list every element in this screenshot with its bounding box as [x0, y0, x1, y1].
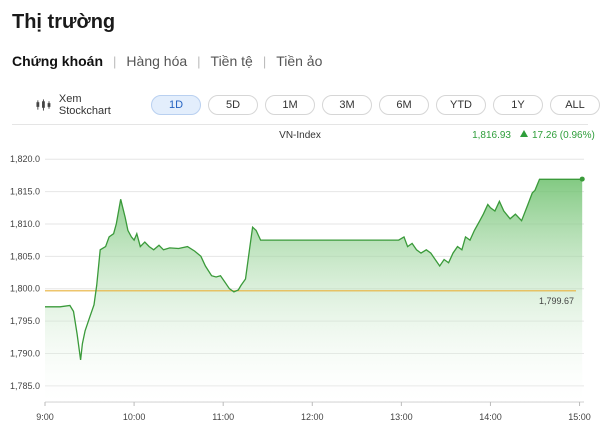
vn-index-chart[interactable]: 1,820.0 1,815.0 1,810.0 1,805.0 1,800.0 1,795…: [0, 0, 600, 428]
y-tick-label: 1,815.0: [10, 187, 40, 197]
y-axis: 1,820.0 1,815.0 1,810.0 1,805.0 1,800.0 1,795…: [10, 154, 40, 391]
x-tick-label: 14:00: [479, 412, 502, 422]
x-tick-label: 11:00: [212, 412, 234, 422]
y-tick-label: 1,800.0: [10, 284, 40, 294]
y-tick-label: 1,785.0: [10, 381, 40, 391]
x-tick-label: 12:00: [301, 412, 324, 422]
y-tick-label: 1,805.0: [10, 251, 40, 261]
y-tick-label: 1,820.0: [10, 154, 40, 164]
last-value: 1,816.93: [472, 130, 511, 141]
x-tick-label: 10:00: [123, 412, 146, 422]
x-tick-label: 15:00: [568, 412, 591, 422]
x-tick-label: 9:00: [36, 412, 54, 422]
y-tick-label: 1,810.0: [10, 219, 40, 229]
y-tick-label: 1,790.0: [10, 348, 40, 358]
reference-label: 1,799.67: [539, 296, 574, 306]
x-tick-label: 13:00: [390, 412, 413, 422]
chart-title: VN-Index: [279, 130, 321, 141]
change-value: 17.26 (0.96%): [532, 130, 595, 141]
y-tick-label: 1,795.0: [10, 316, 40, 326]
last-point-marker: [579, 176, 585, 182]
x-axis: 9:00 10:00 11:00 12:00 13:00 14:00 15:00: [36, 401, 591, 422]
up-triangle-icon: [520, 130, 528, 137]
